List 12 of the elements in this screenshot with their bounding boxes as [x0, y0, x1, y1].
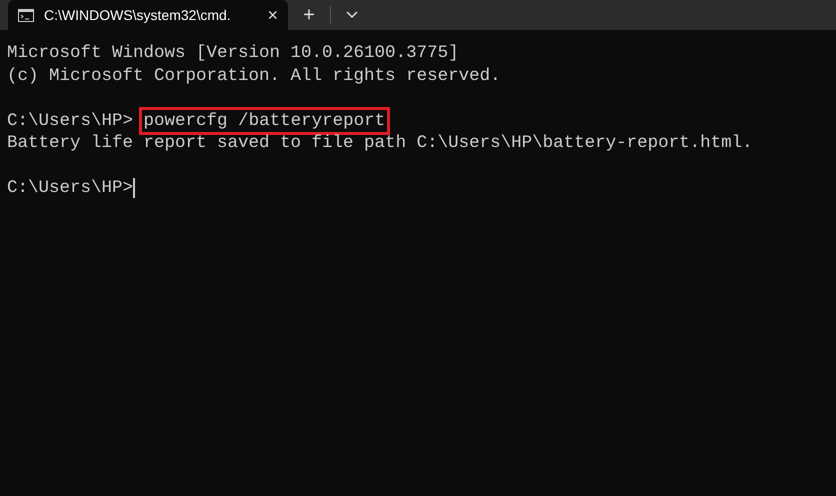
new-tab-button[interactable]: +: [292, 0, 326, 30]
terminal-icon: [18, 8, 34, 22]
tab-title: C:\WINDOWS\system32\cmd.: [44, 7, 232, 23]
console-output: (c) Microsoft Corporation. All rights reserved.: [7, 64, 501, 87]
command-prompt: C:\Users\HP>: [7, 177, 134, 200]
console-output: Battery life report saved to file path C:\Users\HP\battery-report.html.: [7, 132, 753, 154]
console-output: Microsoft Windows [Version 10.0.26100.3775]: [7, 42, 459, 64]
command-prompt: C:\Users\HP>: [7, 110, 134, 132]
chevron-down-icon: [346, 11, 358, 19]
close-button[interactable]: ×: [267, 4, 278, 26]
terminal-tab[interactable]: C:\WINDOWS\system32\cmd. ×: [8, 0, 288, 30]
highlighted-command: powercfg /batteryreport: [138, 106, 390, 135]
